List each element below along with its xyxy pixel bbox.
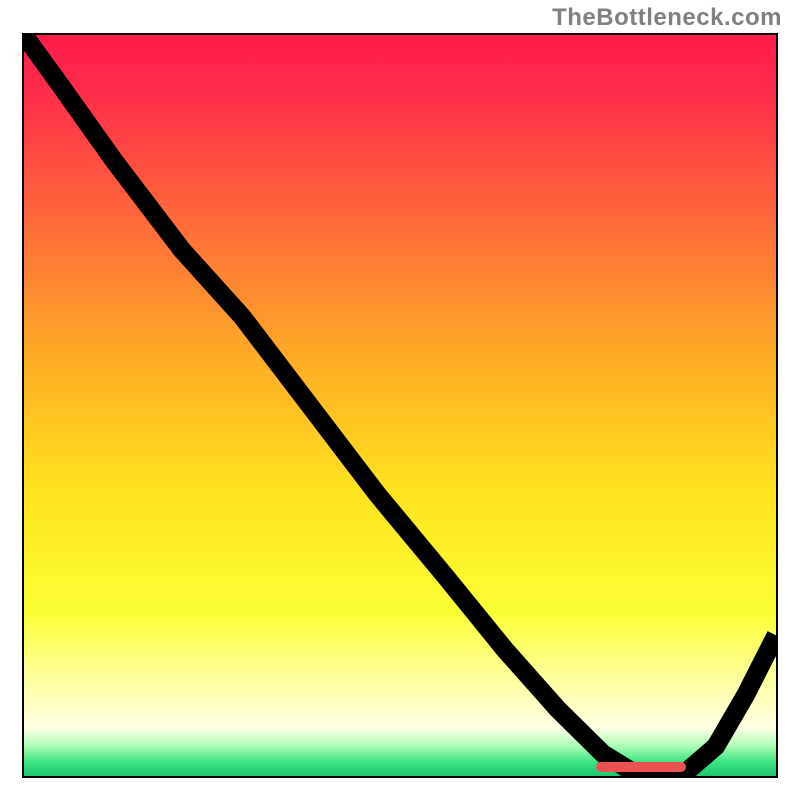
bottleneck-curve-line	[24, 35, 776, 772]
chart-container: TheBottleneck.com	[0, 0, 800, 800]
watermark-text: TheBottleneck.com	[552, 4, 782, 32]
optimal-range-marker	[596, 762, 686, 772]
chart-svg	[24, 35, 776, 776]
plot-area	[22, 33, 778, 778]
